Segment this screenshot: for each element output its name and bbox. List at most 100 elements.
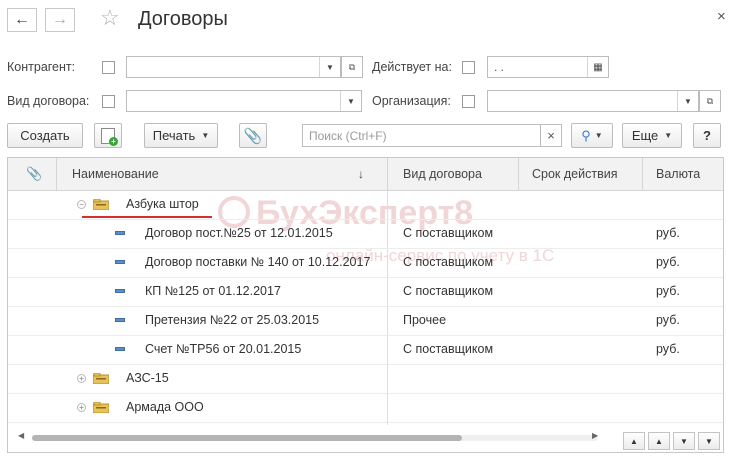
search-options-button[interactable]: ⚲ ▼	[571, 123, 613, 148]
row-name: Счет №ТР56 от 20.01.2015	[145, 342, 302, 356]
up-icon: ▲	[655, 436, 663, 446]
counterparty-label: Контрагент:	[7, 60, 76, 74]
go-last-button[interactable]: ▼	[698, 432, 720, 450]
more-label: Еще	[631, 128, 659, 143]
go-first-button[interactable]: ▲	[623, 432, 645, 450]
down-icon: ▼	[680, 436, 688, 446]
scroll-right-icon[interactable]: ▶	[592, 431, 598, 440]
column-header-contract-type[interactable]: Вид договора	[403, 158, 482, 190]
add-document-icon: +	[101, 127, 118, 146]
table-row[interactable]: Договор поставки № 140 от 10.12.2017 С п…	[8, 248, 723, 278]
row-contract-type: С поставщиком	[403, 255, 494, 269]
valid-on-label: Действует на:	[372, 60, 452, 74]
column-header-term[interactable]: Срок действия	[532, 158, 617, 190]
folder-icon	[93, 199, 109, 210]
contract-type-field[interactable]: ▼	[126, 90, 362, 112]
open-window-icon: ⧉	[706, 95, 714, 106]
table-row[interactable]: Договор пост.№25 от 12.01.2015 С поставщ…	[8, 219, 723, 249]
open-organization-button[interactable]: ⧉	[699, 90, 721, 112]
folder-icon	[93, 402, 109, 413]
expand-icon[interactable]: +	[77, 403, 86, 412]
organization-field[interactable]: ▼	[487, 90, 699, 112]
row-contract-type: С поставщиком	[403, 342, 494, 356]
chevron-down-icon: ▼	[664, 131, 673, 140]
document-icon	[115, 318, 125, 322]
row-currency: руб.	[656, 255, 680, 269]
more-button[interactable]: Еще ▼	[622, 123, 682, 148]
table-row-group[interactable]: − Азбука штор	[8, 190, 723, 220]
scrollbar-thumb[interactable]	[32, 435, 462, 441]
table-row[interactable]: Претензия №22 от 25.03.2015 Прочее руб.	[8, 306, 723, 336]
row-contract-type: С поставщиком	[403, 284, 494, 298]
star-icon[interactable]: ☆	[100, 5, 120, 31]
back-button[interactable]: ←	[7, 8, 37, 32]
counterparty-field[interactable]: ▼	[126, 56, 341, 78]
document-icon	[115, 260, 125, 264]
row-name: АЗС-15	[126, 371, 169, 385]
organization-label: Организация:	[372, 94, 451, 108]
calendar-icon[interactable]: ▦	[587, 57, 608, 77]
create-button[interactable]: Создать	[7, 123, 83, 148]
chevron-down-icon: ▼	[201, 131, 210, 140]
close-icon[interactable]: ×	[717, 8, 726, 25]
collapse-icon[interactable]: −	[77, 200, 86, 209]
contracts-table[interactable]: 📎 Наименование ↓ Вид договора Срок дейст…	[7, 157, 724, 453]
go-up-button[interactable]: ▲	[648, 432, 670, 450]
print-button[interactable]: Печать ▼	[144, 123, 218, 148]
table-header: 📎 Наименование ↓ Вид договора Срок дейст…	[8, 158, 723, 191]
row-name: Армада ООО	[126, 400, 204, 414]
search-input[interactable]: Поиск (Ctrl+F)	[302, 124, 541, 147]
open-counterparty-button[interactable]: ⧉	[341, 56, 363, 78]
open-window-icon: ⧉	[348, 61, 356, 72]
contract-type-checkbox[interactable]	[102, 95, 115, 108]
valid-on-date-field[interactable]: . . ▦	[487, 56, 609, 78]
document-icon	[115, 231, 125, 235]
row-currency: руб.	[656, 226, 680, 240]
add-from-file-button[interactable]: +	[94, 123, 122, 148]
counterparty-checkbox[interactable]	[102, 61, 115, 74]
help-button[interactable]: ?	[693, 123, 721, 148]
dropdown-arrow-icon[interactable]: ▼	[319, 57, 340, 77]
scroll-left-icon[interactable]: ◀	[18, 431, 24, 440]
search-icon: ⚲	[581, 127, 591, 143]
expand-icon[interactable]: +	[77, 374, 86, 383]
row-name: Договор поставки № 140 от 10.12.2017	[145, 255, 371, 269]
row-name: Азбука штор	[126, 197, 199, 211]
row-name: Претензия №22 от 25.03.2015	[145, 313, 320, 327]
window-title: Договоры	[138, 8, 228, 30]
highlight-underline	[82, 216, 212, 218]
folder-icon	[93, 373, 109, 384]
horizontal-scrollbar[interactable]: ◀ ▶ ▲ ▲ ▼ ▼	[8, 425, 723, 452]
row-name: Договор пост.№25 от 12.01.2015	[145, 226, 333, 240]
table-row-group[interactable]: + АЗС-15	[8, 364, 723, 394]
first-icon: ▲	[630, 436, 638, 446]
valid-on-checkbox[interactable]	[462, 61, 475, 74]
row-currency: руб.	[656, 313, 680, 327]
row-currency: руб.	[656, 284, 680, 298]
dropdown-arrow-icon[interactable]: ▼	[677, 91, 698, 111]
arrow-left-icon: ←	[14, 11, 30, 28]
paperclip-icon: 📎	[243, 127, 263, 145]
row-name: КП №125 от 01.12.2017	[145, 284, 281, 298]
clear-search-button[interactable]: ×	[540, 124, 562, 147]
arrow-right-icon: →	[52, 11, 68, 28]
row-contract-type: Прочее	[403, 313, 447, 327]
document-icon	[115, 347, 125, 351]
table-row[interactable]: Счет №ТР56 от 20.01.2015 С поставщиком р…	[8, 335, 723, 365]
sort-desc-icon[interactable]: ↓	[358, 158, 364, 190]
last-icon: ▼	[705, 436, 713, 446]
chevron-down-icon: ▼	[594, 131, 603, 140]
column-header-name[interactable]: Наименование	[72, 158, 159, 190]
attachments-button[interactable]: 📎	[239, 123, 267, 148]
date-value: . .	[494, 60, 505, 74]
organization-checkbox[interactable]	[462, 95, 475, 108]
row-contract-type: С поставщиком	[403, 226, 494, 240]
forward-button[interactable]: →	[45, 8, 75, 32]
go-down-button[interactable]: ▼	[673, 432, 695, 450]
dropdown-arrow-icon[interactable]: ▼	[340, 91, 361, 111]
print-label: Печать	[152, 128, 196, 143]
table-row-group[interactable]: + Армада ООО	[8, 393, 723, 423]
table-row[interactable]: КП №125 от 01.12.2017 С поставщиком руб.	[8, 277, 723, 307]
column-header-currency[interactable]: Валюта	[656, 158, 700, 190]
document-icon	[115, 289, 125, 293]
